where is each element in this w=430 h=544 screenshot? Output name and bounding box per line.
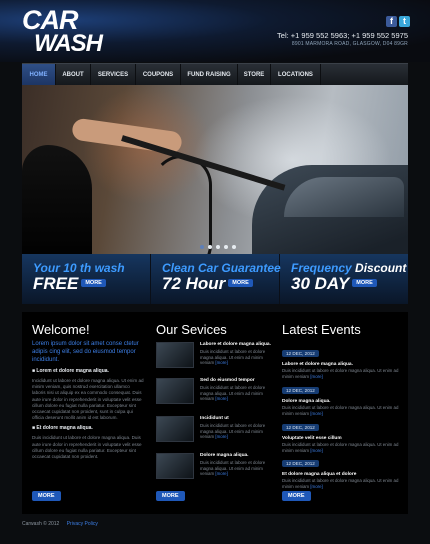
welcome-column: Welcome! Lorem ipsum dolor sit amet cons… xyxy=(32,312,144,501)
nav-item-services[interactable]: SERVICES xyxy=(91,64,136,86)
phone-numbers: Tel: +1 959 552 5963; +1 959 552 5975 xyxy=(277,31,408,40)
service-more-link[interactable]: [more] xyxy=(215,471,227,476)
event-item: 12 DEC, 2012 Voluptate velit esse cillum… xyxy=(282,416,400,453)
event-desc: Duis incididunt ut labore et dolore magn… xyxy=(282,478,399,489)
promo-free-wash: Your 10 th wash FREE MORE xyxy=(22,254,151,304)
services-more-button[interactable]: MORE xyxy=(156,491,185,501)
nav-item-store[interactable]: STORE xyxy=(238,64,271,86)
twitter-icon[interactable]: t xyxy=(399,16,410,27)
logo[interactable]: CAR WASH xyxy=(22,6,122,58)
events-column: Latest Events 12 DEC, 2012 Labore et dol… xyxy=(282,312,400,501)
slider-dot[interactable] xyxy=(208,245,212,249)
event-date: 12 DEC, 2012 xyxy=(282,424,319,431)
promo-guarantee: Clean Car Guarantee 72 Hour MORE xyxy=(151,254,281,304)
promo-strip: Your 10 th wash FREE MORE Clean Car Guara… xyxy=(22,254,408,304)
service-desc: Duis incididunt ut labore et dolore magn… xyxy=(200,349,266,366)
service-thumbnail[interactable] xyxy=(156,378,194,404)
event-desc: Duis incididunt ut labore et dolore magn… xyxy=(282,368,399,379)
main-nav: HOME ABOUT SERVICES COUPONS FUND RAISING… xyxy=(22,63,408,86)
service-desc: Duis incididunt ut labore et dolore magn… xyxy=(200,423,266,440)
service-desc: Duis incididunt ut labore et dolore magn… xyxy=(200,460,266,477)
event-title[interactable]: Voluptate velit esse cillum xyxy=(282,436,400,441)
logo-line2: WASH xyxy=(34,30,103,57)
service-more-link[interactable]: [more] xyxy=(215,434,227,439)
slider-dot[interactable] xyxy=(224,245,228,249)
service-item: Labore et dolore magna aliqua. Duis inci… xyxy=(156,342,274,372)
service-thumbnail[interactable] xyxy=(156,453,194,479)
welcome-lead: Lorem ipsum dolor sit amet conse ctetur … xyxy=(32,341,139,363)
event-date: 12 DEC, 2012 xyxy=(282,350,319,357)
promo-discount: Frequency Discount 30 DAY MORE xyxy=(280,254,408,304)
promo-more-button[interactable]: MORE xyxy=(81,278,106,287)
event-more-link[interactable]: [more] xyxy=(310,411,322,416)
welcome-paragraph: Duis incididunt ut labore et dolore magn… xyxy=(32,435,142,460)
service-title[interactable]: Sed do eiusmod tempor xyxy=(200,378,255,383)
facebook-icon[interactable]: f xyxy=(386,16,397,27)
slider-pagination xyxy=(200,245,236,249)
privacy-policy-link[interactable]: Privacy Policy xyxy=(67,521,98,527)
main-content: Welcome! Lorem ipsum dolor sit amet cons… xyxy=(22,312,408,514)
event-desc: Duis incididunt ut labore et dolore magn… xyxy=(282,405,399,416)
welcome-title: Welcome! xyxy=(32,322,90,337)
welcome-more-button[interactable]: MORE xyxy=(32,491,61,501)
event-title[interactable]: Labore et dolore magna aliqua. xyxy=(282,362,400,367)
event-title[interactable]: Dolore magna aliqua. xyxy=(282,399,400,404)
nav-item-coupons[interactable]: COUPONS xyxy=(136,64,181,86)
footer: Carwash © 2012 Privacy Policy xyxy=(22,521,98,527)
promo-more-button[interactable]: MORE xyxy=(352,278,377,287)
service-thumbnail[interactable] xyxy=(156,416,194,442)
promo-value: 30 DAY MORE xyxy=(291,274,377,294)
promo-headline: Clean Car Guarantee xyxy=(162,261,281,275)
service-thumbnail[interactable] xyxy=(156,342,194,368)
welcome-paragraph: Incididunt ut labore et dolore magna ali… xyxy=(32,378,144,421)
service-item: Incididunt ut Duis incididunt ut labore … xyxy=(156,416,274,446)
event-title[interactable]: Et dolore magna aliqua et dolore xyxy=(282,472,400,477)
hero-hose xyxy=(152,155,212,254)
hero-person xyxy=(22,145,92,254)
events-title: Latest Events xyxy=(282,322,361,337)
event-more-link[interactable]: [more] xyxy=(310,484,322,489)
welcome-subheading: ■ Et dolore magna aliqua. xyxy=(32,425,93,432)
event-more-link[interactable]: [more] xyxy=(310,374,322,379)
nav-item-locations[interactable]: LOCATIONS xyxy=(271,64,321,86)
nav-item-about[interactable]: ABOUT xyxy=(56,64,91,86)
slider-dot[interactable] xyxy=(200,245,204,249)
service-title[interactable]: Incididunt ut xyxy=(200,416,229,421)
services-column: Our Sevices Labore et dolore magna aliqu… xyxy=(156,312,274,501)
welcome-subheading: ■ Lorem et dolore magna aliqua. xyxy=(32,368,109,374)
promo-headline: Your 10 th wash xyxy=(33,261,125,275)
event-item: 12 DEC, 2012 Dolore magna aliqua. Duis i… xyxy=(282,379,400,416)
event-item: 12 DEC, 2012 Labore et dolore magna aliq… xyxy=(282,342,400,379)
service-item: Dolore magna aliqua. Duis incididunt ut … xyxy=(156,453,274,483)
event-date: 12 DEC, 2012 xyxy=(282,460,319,467)
promo-more-button[interactable]: MORE xyxy=(228,278,253,287)
promo-value: FREE MORE xyxy=(33,274,106,294)
service-title[interactable]: Dolore magna aliqua. xyxy=(200,453,249,458)
service-title[interactable]: Labore et dolore magna aliqua. xyxy=(200,342,271,347)
service-desc: Duis incididunt ut labore et dolore magn… xyxy=(200,385,266,402)
event-item: 12 DEC, 2012 Et dolore magna aliqua et d… xyxy=(282,452,400,489)
event-date: 12 DEC, 2012 xyxy=(282,387,319,394)
hero-car-window xyxy=(284,177,404,217)
promo-headline: Frequency Discount xyxy=(291,261,407,275)
slider-dot[interactable] xyxy=(232,245,236,249)
service-item: Sed do eiusmod tempor Duis incididunt ut… xyxy=(156,378,274,408)
nav-item-fund-raising[interactable]: FUND RAISING xyxy=(181,64,238,86)
hero-slider[interactable] xyxy=(22,85,408,254)
promo-value: 72 Hour MORE xyxy=(162,274,253,294)
events-more-button[interactable]: MORE xyxy=(282,491,311,501)
service-more-link[interactable]: [more] xyxy=(215,360,227,365)
address: 8901 MARMORA ROAD, GLASGOW, D04 89GR xyxy=(291,41,408,47)
copyright: Carwash © 2012 xyxy=(22,521,60,527)
services-title: Our Sevices xyxy=(156,322,227,337)
header: CAR WASH f t Tel: +1 959 552 5963; +1 95… xyxy=(0,0,430,62)
slider-dot[interactable] xyxy=(216,245,220,249)
nav-item-home[interactable]: HOME xyxy=(22,64,56,86)
service-more-link[interactable]: [more] xyxy=(215,396,227,401)
